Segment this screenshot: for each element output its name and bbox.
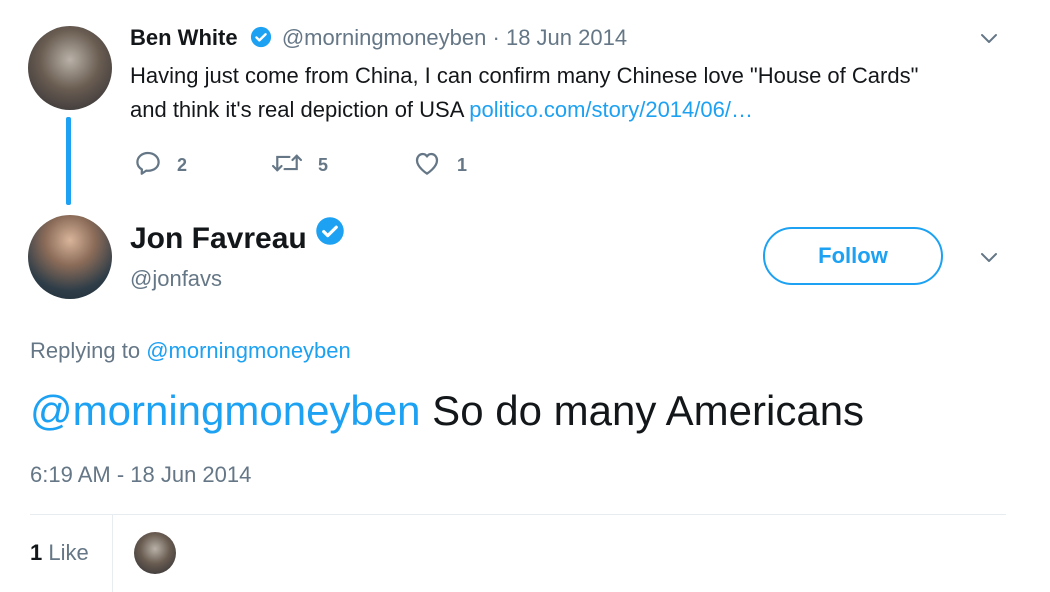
parent-author-handle[interactable]: @morningmoneyben <box>282 25 487 50</box>
retweet-icon <box>270 148 318 183</box>
thread-connector <box>66 117 71 205</box>
parent-author-name[interactable]: Ben White <box>130 25 238 50</box>
verified-badge-icon <box>250 26 272 55</box>
main-author: Jon Favreau <box>130 217 345 258</box>
verified-badge-icon <box>315 216 345 256</box>
replying-prefix: Replying to <box>30 338 141 363</box>
likes-stat[interactable]: 1 Like <box>30 538 89 568</box>
liker-avatar[interactable] <box>134 532 176 574</box>
heart-icon <box>411 148 457 183</box>
replying-to-link[interactable]: @morningmoneyben <box>146 338 351 363</box>
main-author-handle[interactable]: @jonfavs <box>130 264 222 294</box>
parent-tweet-link[interactable]: politico.com/story/2014/06/… <box>469 97 753 122</box>
likes-stat-label: Like <box>48 540 89 565</box>
header-separator: · <box>492 25 500 50</box>
parent-tweet-text: Having just come from China, I can confi… <box>130 59 960 127</box>
parent-tweet-actions: 2 5 1 <box>133 148 493 180</box>
replying-to-line: Replying to @morningmoneyben <box>30 336 351 366</box>
retweet-action[interactable]: 5 <box>270 148 328 183</box>
reply-action[interactable]: 2 <box>133 148 187 183</box>
parent-tweet-date[interactable]: 18 Jun 2014 <box>506 25 627 50</box>
chevron-down-icon[interactable] <box>977 245 1001 269</box>
main-tweet-body: So do many Americans <box>420 387 865 434</box>
main-tweet-text: @morningmoneyben So do many Americans <box>30 384 864 438</box>
likes-stat-count: 1 <box>30 540 43 565</box>
stats-divider <box>30 514 1006 515</box>
jon-favreau-avatar[interactable] <box>28 215 112 299</box>
reply-icon <box>133 148 177 183</box>
stats-vertical-divider <box>112 515 113 592</box>
retweet-count: 5 <box>318 155 329 175</box>
mention-link[interactable]: @morningmoneyben <box>30 387 421 434</box>
main-author-name[interactable]: Jon Favreau <box>130 220 307 258</box>
chevron-down-icon[interactable] <box>977 26 1001 50</box>
ben-white-avatar[interactable] <box>28 26 112 110</box>
reply-count: 2 <box>177 155 188 175</box>
follow-button[interactable]: Follow <box>763 227 943 285</box>
like-action[interactable]: 1 <box>411 148 467 183</box>
like-count: 1 <box>457 155 468 175</box>
parent-tweet-header: Ben White @morningmoneyben · 18 Jun 2014 <box>130 24 627 55</box>
tweet-timestamp[interactable]: 6:19 AM - 18 Jun 2014 <box>30 460 251 490</box>
